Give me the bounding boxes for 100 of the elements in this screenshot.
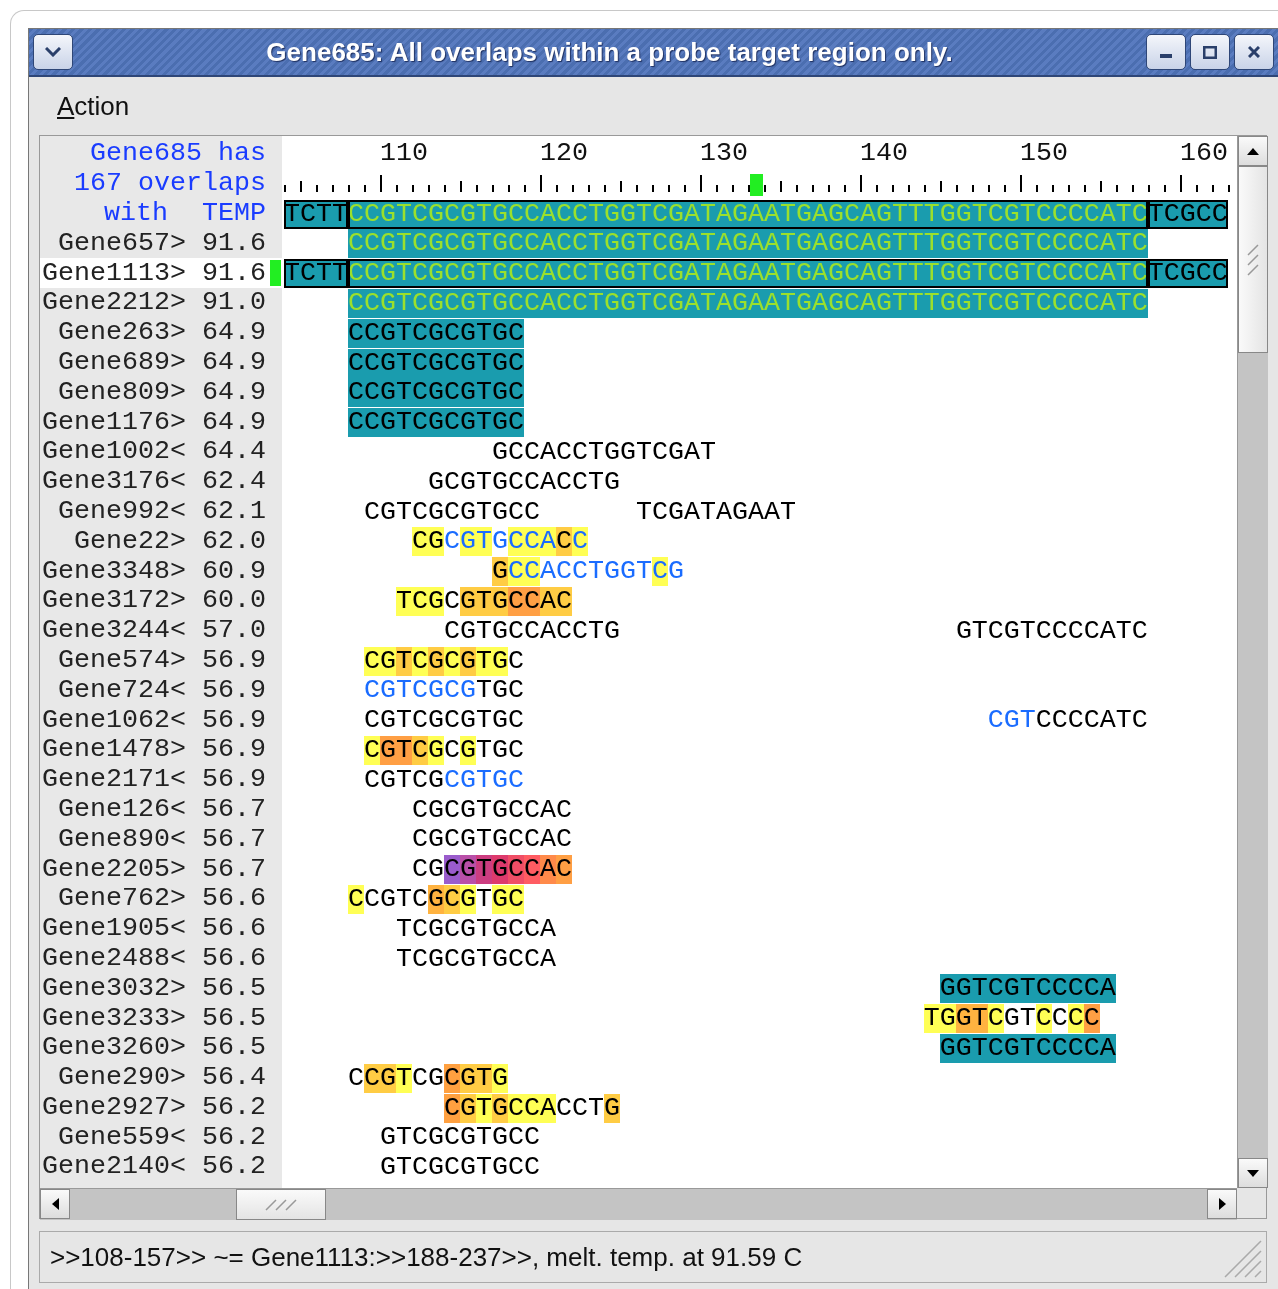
aligned-sequence: GGTCGTCCCCA bbox=[938, 974, 1116, 1004]
vertical-scrollbar[interactable] bbox=[1237, 136, 1268, 1188]
menu-item[interactable]: Action bbox=[49, 90, 138, 122]
scroll-right-button[interactable] bbox=[1207, 1189, 1237, 1219]
probe-sequence: TCTTCCGTCGCGTGCCACCTGGTCGATAGAATGAGCAGTTTGGTCGTCCCCATCTCGCC bbox=[284, 199, 1228, 229]
gene-row-label[interactable]: Gene762> 56.6 bbox=[40, 883, 282, 914]
gene-row-label[interactable]: Gene689> 64.9 bbox=[40, 347, 282, 378]
gene-row-label[interactable]: Gene2488< 56.6 bbox=[40, 943, 282, 974]
gene-row-label[interactable]: Gene992< 62.1 bbox=[40, 496, 282, 527]
window-menu-button[interactable] bbox=[33, 34, 73, 70]
gene-row-label[interactable]: Gene3233> 56.5 bbox=[40, 1003, 282, 1033]
gene-row-label[interactable]: Gene2140< 56.2 bbox=[40, 1152, 282, 1182]
aligned-sequence: CCGTCGCGTGC bbox=[347, 348, 524, 378]
gene-row-label[interactable]: Gene3260> 56.5 bbox=[40, 1032, 282, 1063]
gene-row-label[interactable]: Gene657> 91.6 bbox=[40, 228, 282, 259]
aligned-sequence: TCTTCCGTCGCGTGCCACCTGGTCGATAGAATGAGCAGTTTGGTCGTCCCCATCTCGCC bbox=[284, 259, 1228, 289]
aligned-sequence: GCGTGCCACCTG bbox=[426, 467, 620, 497]
ruler-label: 150 bbox=[1020, 139, 1068, 168]
gene-row-label[interactable]: Gene22> 62.0 bbox=[40, 526, 282, 557]
aligned-sequence: GTCGCGTGCC bbox=[379, 1153, 540, 1183]
aligned-sequence: GGTCGTCCCCA bbox=[938, 1033, 1116, 1063]
aligned-sequence: GTCGCGTGCC bbox=[379, 1123, 540, 1153]
gene-row-label[interactable]: Gene1113> 91.6 bbox=[40, 258, 282, 288]
aligned-sequence: TGGTCGTCCCC bbox=[922, 1004, 1100, 1034]
gene-row-label[interactable]: Gene890< 56.7 bbox=[40, 824, 282, 855]
minimize-icon bbox=[1160, 54, 1172, 58]
gene-row-label[interactable]: Gene574> 56.9 bbox=[40, 645, 282, 676]
gene-row-label[interactable]: Gene3348> 60.9 bbox=[40, 556, 282, 586]
ruler-label: 110 bbox=[380, 139, 428, 168]
ruler-label: 160 bbox=[1180, 139, 1228, 168]
scroll-thumb[interactable] bbox=[236, 1189, 326, 1220]
aligned-sequence: TCGCGTGCCAC bbox=[394, 586, 572, 616]
window-title: Gene685: All overlaps within a probe target region only. bbox=[265, 36, 954, 68]
gene-row-label[interactable]: Gene290> 56.4 bbox=[40, 1062, 282, 1093]
gene-row-label[interactable]: Gene1002< 64.4 bbox=[40, 436, 282, 467]
gene-row-label[interactable]: Gene724< 56.9 bbox=[40, 675, 282, 706]
aligned-sequence: CCGTCGCGTGC bbox=[347, 884, 524, 914]
resize-grip-icon[interactable] bbox=[1224, 1240, 1262, 1278]
aligned-sequence: CCGTCGCGTGC bbox=[347, 318, 524, 348]
aligned-sequence: CGCGTGCCACC bbox=[410, 527, 588, 557]
grip-icon bbox=[265, 1198, 297, 1211]
gene-row-label[interactable]: Gene1905< 56.6 bbox=[40, 913, 282, 944]
aligned-sequence: CGCGTGCCAC bbox=[411, 825, 572, 855]
gene-row-label[interactable]: Gene1478> 56.9 bbox=[40, 734, 282, 765]
close-button[interactable] bbox=[1234, 34, 1274, 70]
horizontal-scrollbar[interactable] bbox=[40, 1188, 1237, 1220]
aligned-sequence: TCGCGTGCCA bbox=[395, 944, 556, 974]
gene-row-label[interactable]: Gene3176< 62.4 bbox=[40, 466, 282, 497]
aligned-sequence: CGTCGCGTGC bbox=[362, 646, 524, 676]
column-label: with bbox=[103, 199, 168, 228]
aligned-sequence: CCGTCGCGTGC bbox=[347, 378, 524, 408]
scroll-down-button[interactable] bbox=[1238, 1158, 1268, 1188]
scroll-left-button[interactable] bbox=[40, 1189, 70, 1219]
grip-icon bbox=[1247, 243, 1259, 276]
aligned-sequence: CCGTCGCGTG bbox=[347, 1063, 508, 1093]
gene-row-label[interactable]: Gene559< 56.2 bbox=[40, 1122, 282, 1153]
gene-row-label[interactable]: Gene1176> 64.9 bbox=[40, 407, 282, 437]
right-arrow-icon bbox=[1218, 1197, 1226, 1211]
aligned-sequence: CCGTCGCGTGCCACCTGGTCGATAGAATGAGCAGTTTGGTCGTCCCCATC bbox=[347, 289, 1148, 318]
ruler-label: 140 bbox=[860, 139, 908, 168]
gene-row-label[interactable]: Gene2927> 56.2 bbox=[40, 1092, 282, 1123]
summary-text: Gene685 has bbox=[89, 139, 267, 169]
left-arrow-icon bbox=[51, 1197, 59, 1211]
gene-row-label[interactable]: Gene1062< 56.9 bbox=[40, 705, 282, 735]
close-icon bbox=[1248, 46, 1260, 58]
aligned-sequence: CGTGCCACCTG GTCGTCCCCATC bbox=[442, 616, 1148, 646]
gene-row-label[interactable]: Gene809> 64.9 bbox=[40, 377, 282, 408]
maximize-icon bbox=[1203, 45, 1217, 59]
aligned-sequence: GCCACCTGGTCGAT bbox=[490, 437, 716, 467]
aligned-sequence: CGCGTGCCAC bbox=[411, 855, 572, 885]
aligned-sequence: CCGTCGCGTGCCACCTGGTCGATAGAATGAGCAGTTTGGTCGTCCCCATC bbox=[347, 229, 1148, 259]
ruler-label: 120 bbox=[540, 139, 588, 168]
aligned-sequence: CCGTCGCGTGC bbox=[347, 408, 524, 438]
summary-text: 167 overlaps bbox=[73, 168, 267, 199]
aligned-sequence: CGTCGCGTGC CGTCCCCATC bbox=[363, 706, 1148, 736]
down-arrow-icon bbox=[1246, 1169, 1260, 1177]
gene-row-label[interactable]: Gene3032> 56.5 bbox=[40, 973, 282, 1004]
column-label: TEMP bbox=[202, 199, 266, 228]
aligned-sequence: TCGCGTGCCA bbox=[395, 914, 556, 944]
scroll-up-button[interactable] bbox=[1238, 136, 1268, 166]
aligned-sequence: GCCACCTGGTCG bbox=[490, 557, 684, 587]
minimize-button[interactable] bbox=[1146, 34, 1186, 70]
gene-row-label[interactable]: Gene3244< 57.0 bbox=[40, 615, 282, 646]
aligned-sequence: CGTCGCGTGCC TCGATAGAAT bbox=[363, 497, 796, 527]
gene-row-label[interactable]: Gene2171< 56.9 bbox=[40, 764, 282, 795]
maximize-button[interactable] bbox=[1190, 34, 1230, 70]
gene-row-label[interactable]: Gene3172> 60.0 bbox=[40, 585, 282, 616]
selection-marker bbox=[270, 260, 281, 287]
aligned-sequence: CGTCGCGTGC bbox=[362, 735, 524, 765]
status-text: >>108-157>> ~= Gene1113:>>188-237>>, melt. temp. at 91.59 C bbox=[49, 1241, 803, 1273]
gene-row-label[interactable]: Gene263> 64.9 bbox=[40, 317, 282, 348]
aligned-sequence: CGTCGCGTGC bbox=[363, 676, 524, 706]
chevron-down-icon bbox=[45, 47, 61, 57]
scroll-thumb[interactable] bbox=[1238, 166, 1268, 353]
gene-row-label[interactable]: Gene2212> 91.0 bbox=[40, 288, 282, 318]
gene-row-label[interactable]: Gene2205> 56.7 bbox=[40, 854, 282, 884]
aligned-sequence: CGTCGCGTGC bbox=[363, 765, 524, 795]
ruler-label: 130 bbox=[700, 139, 748, 168]
up-arrow-icon bbox=[1246, 147, 1260, 155]
gene-row-label[interactable]: Gene126< 56.7 bbox=[40, 794, 282, 825]
